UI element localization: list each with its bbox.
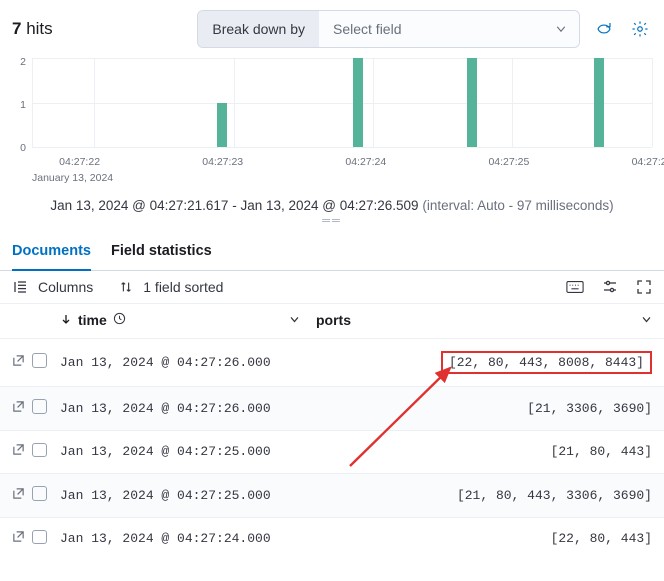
cell-time: Jan 13, 2024 @ 04:27:26.000 xyxy=(60,355,370,370)
tab-documents[interactable]: Documents xyxy=(12,235,91,271)
histogram-bar[interactable] xyxy=(353,58,363,147)
hits-word: hits xyxy=(26,19,52,38)
highlighted-ports: [22, 80, 443, 8008, 8443] xyxy=(441,351,652,374)
gear-icon[interactable] xyxy=(628,17,652,41)
display-options-icon[interactable] xyxy=(602,279,618,295)
breakdown-select[interactable]: Select field xyxy=(319,11,579,47)
clock-icon xyxy=(113,312,126,328)
x-tick: 04:27:23 xyxy=(202,156,243,168)
table-row: Jan 13, 2024 @ 04:27:26.000 [22, 80, 443,… xyxy=(0,338,664,386)
chevron-down-icon[interactable] xyxy=(641,312,652,328)
breakdown-label: Break down by xyxy=(198,11,319,47)
cell-ports: [21, 80, 443, 3306, 3690] xyxy=(370,488,652,503)
columns-button[interactable]: Columns xyxy=(38,279,93,295)
range-sep: - xyxy=(228,198,240,213)
expand-row-icon[interactable] xyxy=(12,487,25,500)
column-header-ports[interactable]: ports xyxy=(316,312,652,328)
x-tick: 04:27:25 xyxy=(488,156,529,168)
range-from: Jan 13, 2024 @ 04:27:21.617 xyxy=(50,198,228,213)
expand-row-icon[interactable] xyxy=(12,354,25,367)
keyboard-icon[interactable] xyxy=(566,280,584,294)
column-header-time[interactable]: time xyxy=(60,312,300,328)
y-tick: 2 xyxy=(20,56,26,68)
cell-ports: [22, 80, 443] xyxy=(370,531,652,546)
range-interval: (interval: Auto - 97 milliseconds) xyxy=(422,198,613,213)
cell-ports: [22, 80, 443, 8008, 8443] xyxy=(370,351,652,374)
table-row: Jan 13, 2024 @ 04:27:25.000[21, 80, 443,… xyxy=(0,473,664,517)
y-tick: 1 xyxy=(20,99,26,111)
x-tick: 04:27:22 xyxy=(59,156,100,168)
row-checkbox[interactable] xyxy=(32,530,47,545)
row-checkbox[interactable] xyxy=(32,399,47,414)
row-checkbox[interactable] xyxy=(32,353,47,368)
row-checkbox[interactable] xyxy=(32,443,47,458)
fullscreen-icon[interactable] xyxy=(636,279,652,295)
y-tick: 0 xyxy=(20,142,26,154)
histogram-chart: 2 1 0 04:27:22 04:27:23 04:27:24 04:27:25 04… xyxy=(0,56,664,186)
table-row: Jan 13, 2024 @ 04:27:26.000[21, 3306, 36… xyxy=(0,386,664,430)
discover-tabs: Documents Field statistics xyxy=(0,229,664,271)
ports-col-label: ports xyxy=(316,312,351,328)
cell-time: Jan 13, 2024 @ 04:27:26.000 xyxy=(60,401,370,416)
x-axis-sublabel: January 13, 2024 xyxy=(32,172,652,184)
range-to: Jan 13, 2024 @ 04:27:26.509 xyxy=(240,198,418,213)
breakdown-control: Break down by Select field xyxy=(197,10,580,48)
chevron-down-icon[interactable] xyxy=(289,312,300,328)
row-checkbox[interactable] xyxy=(32,486,47,501)
cell-time: Jan 13, 2024 @ 04:27:24.000 xyxy=(60,531,370,546)
breakdown-placeholder: Select field xyxy=(333,21,401,37)
save-search-icon[interactable] xyxy=(592,17,616,41)
histogram-bar[interactable] xyxy=(467,58,477,147)
table-row: Jan 13, 2024 @ 04:27:24.000[22, 80, 443] xyxy=(0,517,664,561)
expand-row-icon[interactable] xyxy=(12,530,25,543)
sort-icon[interactable] xyxy=(119,280,133,294)
x-axis-ticks: 04:27:2204:27:2304:27:2404:27:2504:27:26 xyxy=(16,156,652,172)
chevron-down-icon xyxy=(555,23,567,35)
cell-ports: [21, 80, 443] xyxy=(370,444,652,459)
expand-row-icon[interactable] xyxy=(12,400,25,413)
table-row: Jan 13, 2024 @ 04:27:25.000[21, 80, 443] xyxy=(0,430,664,474)
histogram-bar[interactable] xyxy=(217,103,227,148)
data-table-body: Jan 13, 2024 @ 04:27:26.000 [22, 80, 443,… xyxy=(0,338,664,560)
hits-count-number: 7 xyxy=(12,19,21,38)
columns-picker-icon[interactable] xyxy=(12,279,28,295)
x-tick: 04:27:26 xyxy=(632,156,664,168)
x-tick: 04:27:24 xyxy=(345,156,386,168)
time-col-label: time xyxy=(78,312,107,328)
plot-area[interactable] xyxy=(32,58,652,148)
cell-ports: [21, 3306, 3690] xyxy=(370,401,652,416)
data-table-header: time ports xyxy=(0,303,664,338)
time-range-summary: Jan 13, 2024 @ 04:27:21.617 - Jan 13, 20… xyxy=(0,186,664,217)
hits-count-label: 7 hits xyxy=(12,19,53,39)
resize-handle-icon[interactable]: ══ xyxy=(0,217,664,229)
y-axis-ticks: 2 1 0 xyxy=(10,56,26,156)
expand-row-icon[interactable] xyxy=(12,443,25,456)
tab-field-statistics[interactable]: Field statistics xyxy=(111,235,212,271)
histogram-bar[interactable] xyxy=(594,58,604,147)
cell-time: Jan 13, 2024 @ 04:27:25.000 xyxy=(60,444,370,459)
arrow-down-icon xyxy=(60,312,72,328)
cell-time: Jan 13, 2024 @ 04:27:25.000 xyxy=(60,488,370,503)
sort-button[interactable]: 1 field sorted xyxy=(143,279,223,295)
